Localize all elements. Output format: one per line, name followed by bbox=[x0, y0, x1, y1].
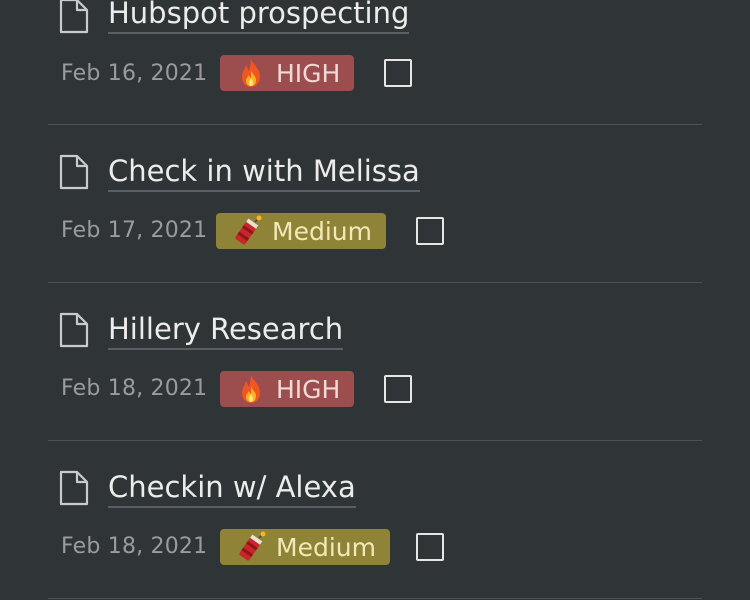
done-checkbox[interactable] bbox=[416, 533, 444, 561]
firecracker-icon bbox=[230, 214, 264, 248]
priority-label: Medium bbox=[276, 532, 376, 562]
task-list: Hubspot prospecting Feb 16, 2021 HIGH Ch… bbox=[0, 0, 750, 600]
priority-badge[interactable]: Medium bbox=[220, 529, 390, 565]
task-title-link[interactable]: Checkin w/ Alexa bbox=[108, 468, 356, 508]
task-title-link[interactable]: Hubspot prospecting bbox=[108, 0, 410, 34]
divider bbox=[48, 440, 702, 441]
page-icon bbox=[58, 154, 90, 190]
list-item[interactable]: Hubspot prospecting Feb 16, 2021 HIGH bbox=[0, 0, 750, 144]
priority-label: Medium bbox=[272, 216, 372, 246]
task-title-link[interactable]: Hillery Research bbox=[108, 310, 344, 350]
task-title-link[interactable]: Check in with Melissa bbox=[108, 152, 420, 192]
priority-badge[interactable]: Medium bbox=[216, 213, 386, 249]
priority-label: HIGH bbox=[276, 58, 341, 88]
task-date: Feb 18, 2021 bbox=[61, 376, 208, 401]
task-date: Feb 18, 2021 bbox=[61, 534, 208, 559]
priority-badge[interactable]: HIGH bbox=[220, 371, 355, 407]
done-checkbox[interactable] bbox=[384, 59, 412, 87]
divider bbox=[48, 282, 702, 283]
priority-label: HIGH bbox=[276, 374, 341, 404]
list-item[interactable]: Checkin w/ Alexa Feb 18, 2021 Medium bbox=[0, 460, 750, 600]
page-icon bbox=[58, 0, 90, 34]
list-item[interactable]: Hillery Research Feb 18, 2021 HIGH bbox=[0, 302, 750, 460]
page-icon bbox=[58, 470, 90, 506]
done-checkbox[interactable] bbox=[416, 217, 444, 245]
done-checkbox[interactable] bbox=[384, 375, 412, 403]
task-date: Feb 16, 2021 bbox=[61, 61, 208, 86]
divider bbox=[48, 124, 702, 125]
page-icon bbox=[58, 312, 90, 348]
fire-icon bbox=[234, 372, 268, 406]
fire-icon bbox=[234, 56, 268, 90]
task-date: Feb 17, 2021 bbox=[61, 218, 208, 243]
list-item[interactable]: Check in with Melissa Feb 17, 2021 Mediu… bbox=[0, 144, 750, 302]
firecracker-icon bbox=[234, 530, 268, 564]
divider bbox=[48, 598, 702, 599]
priority-badge[interactable]: HIGH bbox=[220, 55, 355, 91]
